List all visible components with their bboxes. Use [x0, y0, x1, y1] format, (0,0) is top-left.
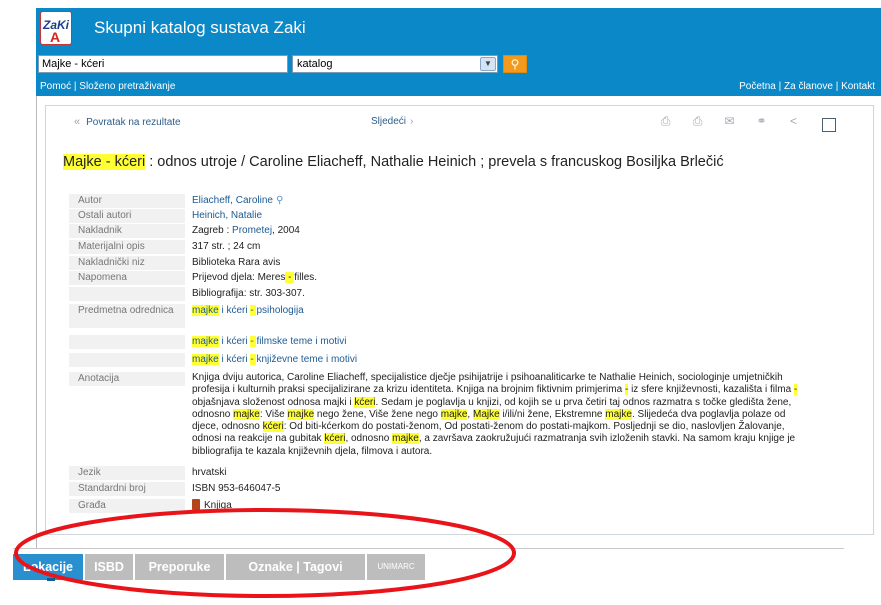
- tab-unimarc[interactable]: UNIMARC: [367, 554, 425, 580]
- zaki-logo[interactable]: ZaKi A: [40, 11, 72, 45]
- annotation-highlight: kćeri: [354, 396, 376, 408]
- annotation-segment: objašnjava složenost odnosa majki i: [192, 396, 355, 408]
- annotation-highlight: majke: [440, 408, 468, 420]
- print-icon[interactable]: ⎙: [690, 115, 705, 128]
- field-label-empty: [69, 353, 185, 367]
- field-label-empty: [69, 287, 185, 301]
- field-label: Predmetna odrednica: [69, 304, 185, 328]
- chevron-right-icon: ›: [410, 116, 414, 127]
- search-button[interactable]: ⚲: [503, 55, 527, 73]
- other-author-link[interactable]: Heinich, Natalie: [192, 210, 262, 221]
- double-chevron-left-icon: «: [74, 116, 81, 128]
- home-link[interactable]: Početna: [739, 81, 776, 92]
- note-text-a: Prijevod djela: Meres: [192, 272, 286, 283]
- link-icon[interactable]: ⚭: [754, 115, 769, 128]
- note-text-b: filles.: [294, 272, 318, 283]
- field-value: Biblioteka Rara avis: [192, 257, 281, 268]
- members-link[interactable]: Za članove: [784, 81, 833, 92]
- annotation-segment: i/ili/ni žene, Ekstremne: [499, 408, 606, 420]
- annotation-highlight: majke: [233, 408, 260, 420]
- search-bar: katalog ▼ ⚲: [36, 48, 881, 78]
- advanced-search-link[interactable]: Složeno pretraživanje: [79, 81, 175, 92]
- tab-label: UNIMARC: [377, 562, 415, 571]
- logo-a-mark: A: [50, 29, 61, 45]
- next-record-label: Sljedeći: [371, 116, 407, 127]
- tab-label: Preporuke: [148, 560, 211, 574]
- publisher-place: Zagreb :: [192, 225, 233, 236]
- record-title: Majke - kćeri : odnos utroje / Caroline …: [63, 154, 724, 170]
- record-tabs-area: Lokacije ISBD Preporuke Oznake | Tagovi …: [13, 548, 844, 605]
- book-icon: [192, 499, 200, 510]
- field-label: Standardni broj: [69, 482, 185, 496]
- tab-oznake-tagovi[interactable]: Oznake | Tagovi: [226, 554, 365, 580]
- scope-select[interactable]: katalog ▼: [292, 55, 498, 73]
- field-label: Ostali autori: [69, 209, 185, 223]
- search-icon: ⚲: [510, 57, 520, 71]
- tab-label: Oznake | Tagovi: [248, 560, 343, 574]
- field-label: Materijalni opis: [69, 240, 185, 254]
- search-input[interactable]: [38, 55, 288, 73]
- annotation-highlight: kćeri: [324, 433, 346, 445]
- field-label: Jezik: [69, 466, 185, 480]
- annotation-text: Knjiga dviju autorica, Caroline Eliachef…: [192, 372, 802, 458]
- annotation-segment: iz sfere književnosti, kazališta i filma: [628, 384, 794, 396]
- field-value: ISBN 953-646047-5: [192, 483, 281, 494]
- field-label: Građa: [69, 499, 185, 513]
- annotation-highlight: kćeri: [262, 421, 284, 433]
- annotation-segment: nego žene, Više žene nego: [314, 408, 441, 420]
- field-value: hrvatski: [192, 467, 227, 478]
- subject-link[interactable]: majke i kćeri - filmske teme i motivi: [192, 336, 346, 347]
- annotation-segment: , odnosno: [345, 433, 393, 445]
- subject-link[interactable]: majke i kćeri - psihologija: [192, 305, 304, 316]
- record-nav: « Povratak na rezultate Sljedeći › ⎙ ⎙ ✉ ⚭…: [46, 106, 873, 132]
- field-value: Knjiga: [204, 500, 232, 511]
- export-icon[interactable]: ⎙: [658, 115, 673, 128]
- publisher-year: , 2004: [272, 225, 300, 236]
- search-icon[interactable]: ⚲: [276, 195, 283, 206]
- email-icon[interactable]: ✉: [722, 115, 737, 128]
- scope-select-value: katalog: [297, 58, 333, 70]
- title-rest: : odnos utroje / Caroline Eliacheff, Nat…: [145, 154, 724, 170]
- content-area: « Povratak na rezultate Sljedeći › ⎙ ⎙ ✉ ⚭…: [36, 96, 881, 605]
- tab-label: ISBD: [94, 560, 124, 574]
- title-highlight: Majke - kćeri: [63, 154, 146, 170]
- back-to-results-label: Povratak na rezultate: [86, 117, 181, 128]
- help-link[interactable]: Pomoć: [40, 81, 71, 92]
- link-separator: |: [775, 81, 784, 92]
- annotation-highlight: Majke: [472, 408, 500, 420]
- publisher-link[interactable]: Prometej: [232, 225, 272, 236]
- field-label: Autor: [69, 194, 185, 208]
- field-label: Anotacija: [69, 372, 185, 386]
- contact-link[interactable]: Kontakt: [841, 81, 875, 92]
- author-link[interactable]: Eliacheff, Caroline: [192, 195, 273, 206]
- app-title: Skupni katalog sustava Zaki: [94, 18, 306, 37]
- share-icon[interactable]: <: [786, 115, 801, 128]
- select-record-checkbox[interactable]: [822, 118, 836, 132]
- field-value: 317 str. ; 24 cm: [192, 241, 261, 252]
- active-tab-indicator: [47, 578, 55, 581]
- chevron-down-icon[interactable]: ▼: [480, 57, 496, 71]
- annotation-highlight: majke: [287, 408, 315, 420]
- subject-link[interactable]: majke i kćeri - književne teme i motivi: [192, 354, 357, 365]
- app-header: ZaKi A Skupni katalog sustava Zaki: [36, 8, 881, 48]
- tab-lokacije[interactable]: Lokacije: [13, 554, 83, 581]
- annotation-highlight: majke: [605, 408, 632, 420]
- field-label: Nakladnički niz: [69, 256, 185, 270]
- note-highlight: -: [285, 272, 295, 283]
- annotation-highlight: majke: [392, 433, 419, 445]
- annotation-segment: : Više: [259, 408, 288, 420]
- back-to-results-link[interactable]: « Povratak na rezultate: [74, 116, 181, 128]
- field-label: Napomena: [69, 271, 185, 285]
- field-value: Bibliografija: str. 303-307.: [192, 288, 305, 299]
- field-label-empty: [69, 335, 185, 349]
- tab-isbd[interactable]: ISBD: [85, 554, 133, 580]
- field-label: Nakladnik: [69, 224, 185, 238]
- links-bar: Pomoć | Složeno pretraživanje Početna | …: [36, 78, 881, 96]
- tab-label: Lokacije: [22, 560, 74, 574]
- record-panel: « Povratak na rezultate Sljedeći › ⎙ ⎙ ✉ ⚭…: [45, 105, 874, 535]
- annotation-highlight: -: [793, 384, 798, 396]
- tab-preporuke[interactable]: Preporuke: [135, 554, 224, 580]
- next-record-link[interactable]: Sljedeći ›: [371, 116, 413, 127]
- link-separator: |: [832, 81, 842, 92]
